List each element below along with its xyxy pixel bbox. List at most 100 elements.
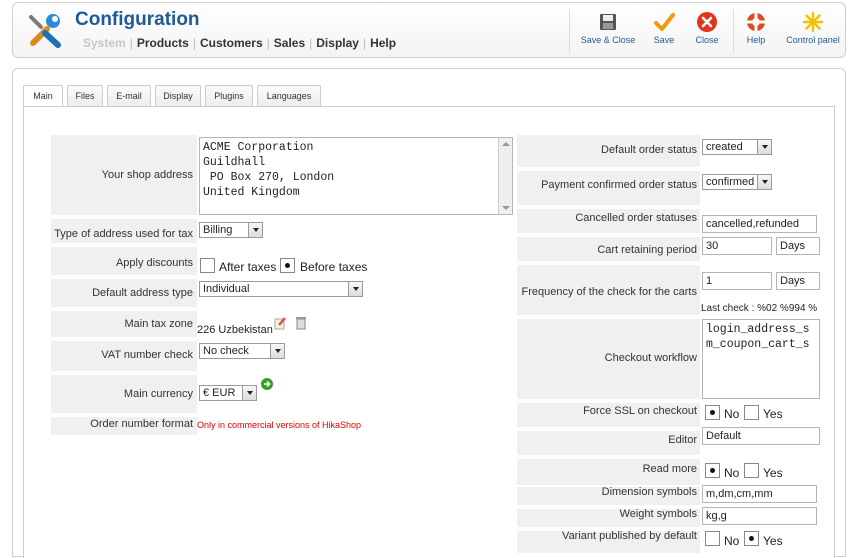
chevron-down-icon [248,223,262,237]
payment-confirmed-select[interactable]: confirmed [702,174,772,190]
weight-input[interactable] [702,507,817,525]
nav-system[interactable]: System [79,36,130,50]
nav-customers[interactable]: Customers [196,36,267,50]
toolbar-divider [733,9,734,53]
tab-plugins[interactable]: Plugins [205,85,253,107]
shop-address-label: Your shop address [101,169,193,181]
tax-address-select[interactable]: Billing [199,222,263,238]
shop-address-textarea[interactable] [199,137,513,215]
tab-languages[interactable]: Languages [257,85,321,107]
after-taxes-label: After taxes [219,260,277,274]
variant-no-label: No [724,534,740,548]
before-taxes-label: Before taxes [300,260,368,274]
read-more-yes-radio[interactable] [744,463,759,478]
cart-retaining-unit-input[interactable] [776,237,820,255]
tab-main[interactable]: Main [23,85,63,108]
help-label: Help [746,35,766,45]
default-address-type-select[interactable]: Individual [199,281,363,297]
close-icon [697,12,717,32]
payment-confirmed-label: Payment confirmed order status [541,179,697,191]
tools-logo-icon [29,14,61,48]
dimension-label: Dimension symbols [601,486,697,498]
before-taxes-radio[interactable] [280,258,295,273]
tab-email[interactable]: E-mail [107,85,151,107]
checkmark-icon [654,13,675,31]
force-ssl-yes-radio[interactable] [744,405,759,420]
main-currency-value: € EUR [203,387,236,399]
weight-label: Weight symbols [619,508,697,520]
nav-help[interactable]: Help [366,36,400,50]
help-button[interactable]: Help [741,11,771,45]
save-close-button[interactable]: Save & Close [577,11,639,45]
nav-display[interactable]: Display [312,36,363,50]
trash-icon[interactable] [295,316,307,330]
edit-icon[interactable] [273,316,287,330]
default-order-status-value: created [706,141,743,153]
vat-check-select[interactable]: No check [199,343,285,359]
tab-files[interactable]: Files [67,85,103,107]
cancelled-statuses-label: Cancelled order statuses [575,212,697,224]
force-ssl-yes-label: Yes [763,407,783,421]
chevron-down-icon [757,140,771,154]
control-panel-icon [802,11,824,33]
save-label: Save [653,35,675,45]
chevron-down-icon [757,175,771,189]
top-nav: System | Products | Customers | Sales | Display |… [79,36,400,50]
variant-yes-radio[interactable] [744,531,759,546]
go-arrow-icon[interactable] [261,378,273,390]
variant-yes-label: Yes [763,534,783,548]
close-button[interactable]: Close [690,11,724,45]
frequency-unit-input[interactable] [776,272,820,290]
chevron-down-icon [348,282,362,296]
last-check-text: Last check : %02 %994 % [701,303,818,314]
frequency-input[interactable] [702,272,772,290]
editor-input[interactable] [702,427,820,445]
chevron-down-icon [270,344,284,358]
editor-label: Editor [668,434,697,446]
payment-confirmed-value: confirmed [706,176,755,188]
after-taxes-radio[interactable] [200,258,215,273]
force-ssl-no-label: No [724,407,740,421]
textarea-scrollbar[interactable] [498,138,512,214]
force-ssl-no-radio[interactable] [705,405,720,420]
save-button[interactable]: Save [647,11,681,45]
floppy-disk-icon [600,14,616,30]
read-more-yes-label: Yes [763,466,783,480]
main-currency-select[interactable]: € EUR [199,385,257,401]
apply-discounts-label: Apply discounts [115,257,193,269]
order-number-label: Order number format [90,418,193,430]
checkout-workflow-label: Checkout workflow [604,352,697,364]
read-more-label: Read more [642,463,697,475]
save-close-label: Save & Close [580,35,636,45]
cart-retaining-input[interactable] [702,237,772,255]
control-panel-label: Control panel [786,35,840,45]
default-address-type-value: Individual [203,283,250,295]
nav-products[interactable]: Products [133,36,193,50]
vat-check-value: No check [203,345,249,357]
control-panel-button[interactable]: Control panel [783,11,843,45]
cancelled-statuses-input[interactable] [702,215,817,233]
cart-retaining-label: Cart retaining period [597,244,697,256]
order-number-note: Only in commercial versions of HikaShop [197,420,362,430]
checkout-workflow-textarea[interactable] [702,319,820,399]
config-panel: Main Files E-mail Display Plugins Langua… [12,68,846,558]
header-bar: Configuration System | Products | Customers |… [12,2,846,58]
chevron-down-icon [242,386,256,400]
main-tax-zone-label: Main tax zone [124,318,193,330]
main-tab-content: Your shop address Type of address used f… [23,106,835,558]
nav-sales[interactable]: Sales [270,36,309,50]
default-order-status-select[interactable]: created [702,139,772,155]
read-more-no-radio[interactable] [705,463,720,478]
toolbar-divider [569,9,570,53]
tax-address-value: Billing [203,224,233,236]
frequency-label: Frequency of the check for the carts [521,286,697,298]
default-address-type-label: Default address type [92,287,193,299]
variant-no-radio[interactable] [705,531,720,546]
vat-check-label: VAT number check [101,349,193,361]
main-tax-zone-value: 226 Uzbekistan [197,324,273,336]
read-more-no-label: No [724,466,740,480]
default-order-status-label: Default order status [601,144,697,156]
page-title: Configuration [75,9,200,30]
tab-display[interactable]: Display [155,85,201,107]
dimension-input[interactable] [702,485,817,503]
